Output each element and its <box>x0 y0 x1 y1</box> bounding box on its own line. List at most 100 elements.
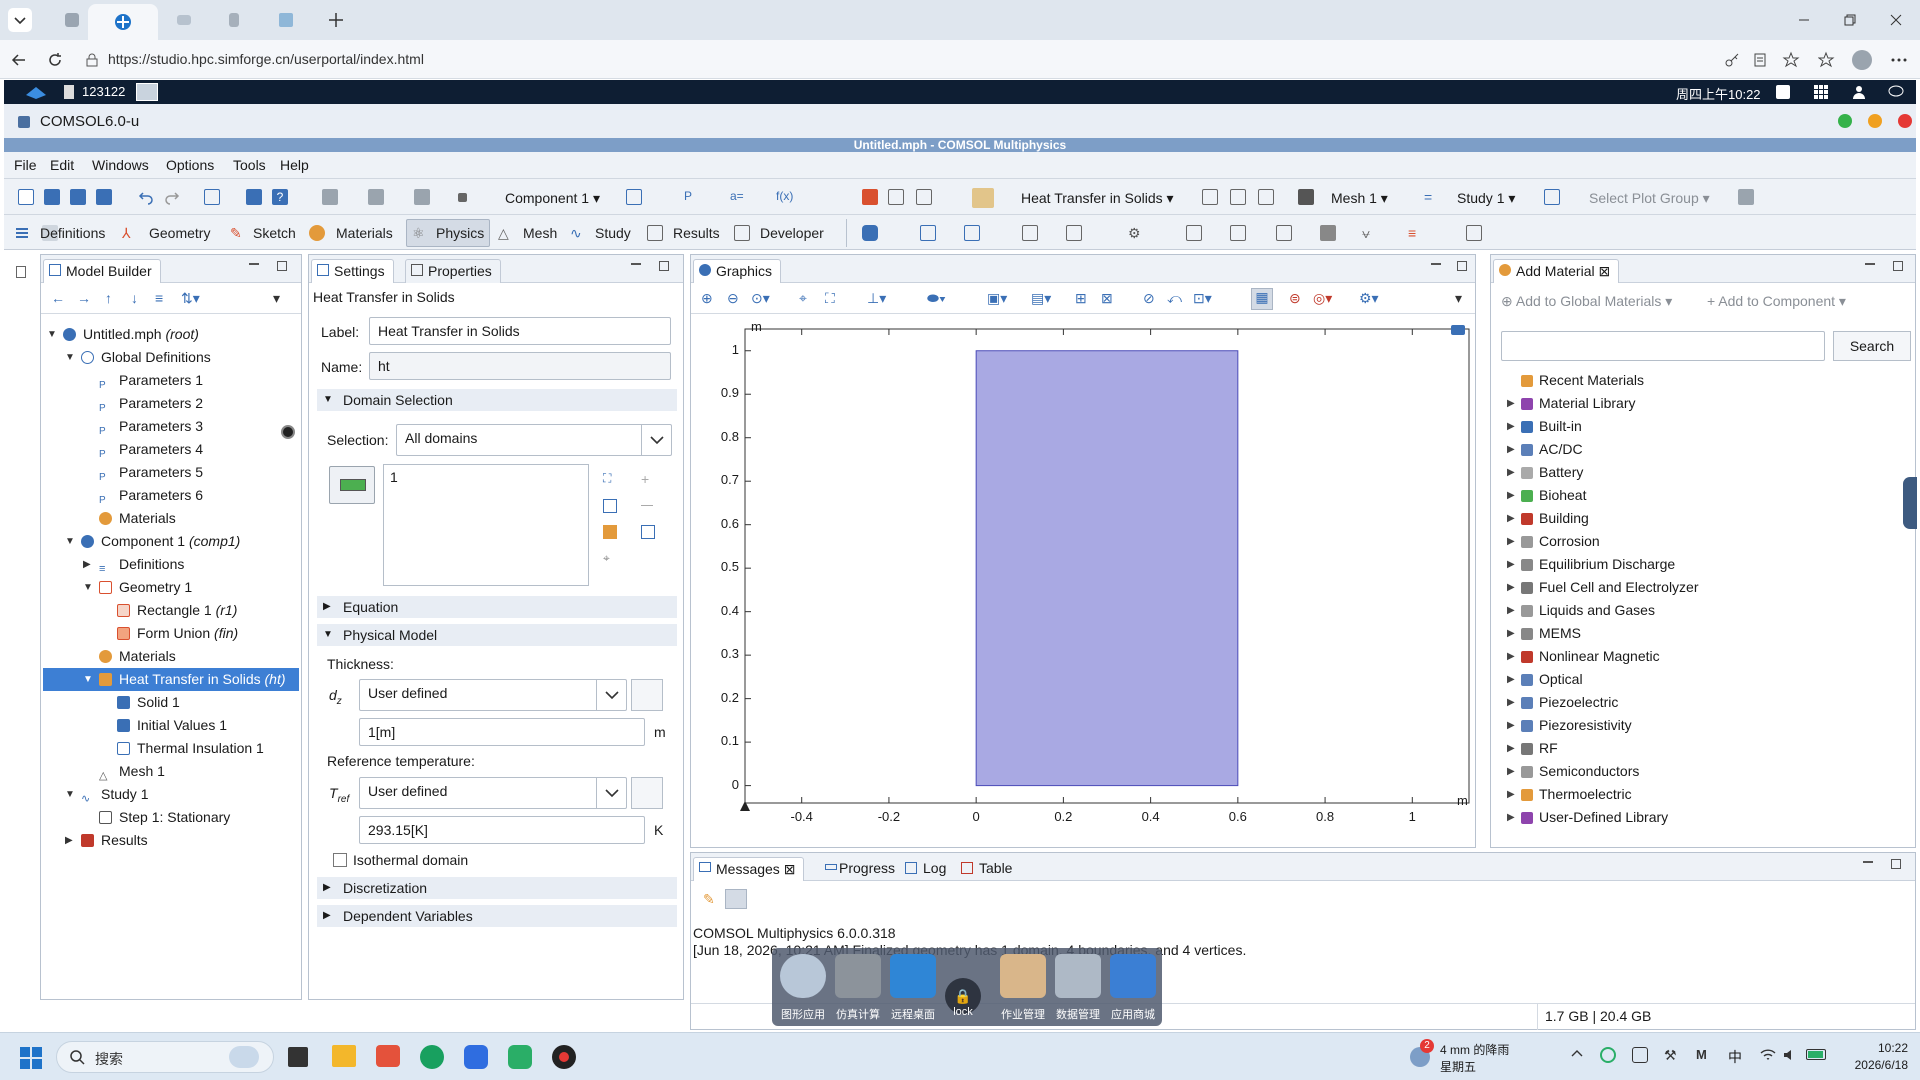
feature3-icon[interactable] <box>1022 225 1038 241</box>
feature2-icon[interactable] <box>964 225 980 241</box>
physics-dropdown[interactable]: Heat Transfer in Solids ▾ <box>1020 187 1175 209</box>
selection-dropdown[interactable]: All domains <box>396 424 672 456</box>
expand-arrow-icon[interactable]: ▶ <box>1507 438 1515 461</box>
copy-icon[interactable] <box>603 499 617 513</box>
paste-icon[interactable] <box>603 525 617 539</box>
ime-indicator[interactable]: 中 <box>1728 1047 1742 1067</box>
ribbon-tab-developer[interactable]: Developer <box>760 225 824 241</box>
expand-arrow-icon[interactable]: ▶ <box>1507 576 1515 599</box>
chevron-up-icon[interactable] <box>1570 1047 1584 1061</box>
graphics-app-icon[interactable] <box>780 954 826 998</box>
tree-node-geometry[interactable]: ▼ Geometry 1 <box>41 576 299 599</box>
expand-arrow-icon[interactable]: ▶ <box>1507 714 1515 737</box>
thickness-value-field[interactable]: 1[m] <box>359 718 645 746</box>
material-item[interactable]: ▶ Material Library <box>1507 392 1635 415</box>
material-item[interactable]: ▶ MEMS <box>1507 622 1581 645</box>
selection-list[interactable]: 1 <box>383 464 589 586</box>
ribbon-tab-mesh[interactable]: Mesh <box>523 225 557 241</box>
study-compute-icon[interactable]: = <box>1424 189 1440 205</box>
file-explorer-icon[interactable] <box>332 1045 356 1067</box>
chevron-down-icon[interactable] <box>641 425 671 455</box>
domain-cond-icon[interactable] <box>1202 189 1218 205</box>
expand-arrow-icon[interactable]: ▶ <box>1507 392 1515 415</box>
wechat-icon[interactable] <box>508 1045 532 1069</box>
up-arrow-icon[interactable]: ↑ <box>105 290 112 306</box>
selection-icon[interactable] <box>888 189 904 205</box>
mesh-dropdown[interactable]: Mesh 1 ▾ <box>1330 187 1389 209</box>
pane-minimize-icon[interactable] <box>249 263 259 265</box>
feishu-icon[interactable] <box>464 1045 488 1069</box>
wifi-icon[interactable] <box>1760 1047 1776 1063</box>
taskbar-search[interactable]: 搜索 <box>56 1041 274 1073</box>
label-field[interactable]: Heat Transfer in Solids <box>369 317 671 345</box>
thickness-variable-button[interactable] <box>631 679 663 711</box>
gmail-icon[interactable]: M <box>1696 1047 1712 1063</box>
feature1-icon[interactable] <box>920 225 936 241</box>
chevron-down-icon[interactable] <box>596 778 626 808</box>
remote-desktop-icon[interactable] <box>890 954 936 998</box>
expand-arrow-icon[interactable]: ▶ <box>1507 668 1515 691</box>
tree-node-step[interactable]: Step 1: Stationary <box>41 806 299 829</box>
pane-minimize-icon[interactable] <box>1865 263 1875 265</box>
transparency-icon[interactable]: ◎▾ <box>1313 290 1332 307</box>
material-item[interactable]: ▶ Fuel Cell and Electrolyzer <box>1507 576 1699 599</box>
user-icon[interactable] <box>1852 85 1866 99</box>
apps-grid-icon[interactable] <box>1814 85 1828 99</box>
tree-node-study[interactable]: ▼ ∿ Study 1 <box>41 783 299 806</box>
reload-icon[interactable] <box>46 51 64 69</box>
menu-help[interactable]: Help <box>280 157 309 173</box>
expand-icon[interactable]: ⇅▾ <box>181 290 200 307</box>
study-dropdown[interactable]: Study 1 ▾ <box>1456 187 1516 209</box>
functions-icon[interactable] <box>414 189 430 205</box>
tree-node-component[interactable]: ▼ Component 1 (comp1) <box>41 530 299 553</box>
material-item[interactable]: ▶ Piezoresistivity <box>1507 714 1632 737</box>
no-camera-icon[interactable] <box>1632 1047 1648 1063</box>
graphics-canvas[interactable]: m m 1 0.9 0.8 0.7 0.6 0.5 0.4 0.3 0.2 0.1 0 -0.4 -0… <box>691 315 1475 847</box>
collapse-arrow-icon[interactable]: ▼ <box>323 394 333 405</box>
tree-node-definitions[interactable]: ▶ ≡ Definitions <box>41 553 299 576</box>
material-item[interactable]: ▶ Nonlinear Magnetic <box>1507 645 1660 668</box>
ribbon-tab-results[interactable]: Results <box>673 225 720 241</box>
select-mode-icon[interactable]: ⬬▾ <box>927 290 946 307</box>
windows-icon[interactable] <box>246 189 262 205</box>
section-equation[interactable]: Equation <box>317 596 677 618</box>
feature8-icon[interactable] <box>1320 225 1336 241</box>
save-icon[interactable] <box>96 189 112 205</box>
menu-options[interactable]: Options <box>166 157 214 173</box>
tree-node-parameters[interactable]: P Parameters 6 <box>41 484 299 507</box>
boundary-cond-icon[interactable] <box>1230 189 1246 205</box>
expand-arrow-icon[interactable]: ▶ <box>1507 530 1515 553</box>
tree-node-thermal-insulation[interactable]: Thermal Insulation 1 <box>41 737 299 760</box>
tree-menu-icon[interactable]: ▾ <box>273 290 280 307</box>
star-icon[interactable] <box>1782 51 1800 69</box>
taskbar-time[interactable]: 10:22 <box>1872 1041 1908 1055</box>
material-search-input[interactable] <box>1501 331 1825 361</box>
pane-minimize-icon[interactable] <box>1863 861 1873 863</box>
scene-icon[interactable]: ⚙▾ <box>1359 290 1379 307</box>
ribbon-tab-materials[interactable]: Materials <box>336 225 393 241</box>
zoom-extents-icon[interactable]: ⛶ <box>825 290 835 307</box>
center-icon[interactable]: ⌖ <box>799 290 807 307</box>
expand-arrow-icon[interactable]: ▶ <box>1507 484 1515 507</box>
geometry-plot[interactable] <box>691 315 1475 847</box>
sync-icon[interactable] <box>1600 1047 1616 1063</box>
tree-node-root[interactable]: ▼ Untitled.mph (root) <box>41 323 299 346</box>
add-global-button[interactable]: ⊕ Add to Global Materials ▾ <box>1501 293 1672 310</box>
isothermal-checkbox[interactable] <box>333 853 347 867</box>
key-icon[interactable] <box>1724 52 1740 68</box>
edge-icon[interactable] <box>420 1045 444 1069</box>
chat-icon[interactable] <box>1888 85 1904 99</box>
app-store-icon[interactable] <box>1110 954 1156 998</box>
feature11-icon[interactable] <box>1466 225 1482 241</box>
help-icon[interactable]: ? <box>272 189 288 205</box>
task-view-icon[interactable] <box>288 1047 308 1067</box>
variables-a-icon[interactable]: a= <box>730 189 746 205</box>
menu-edit[interactable]: Edit <box>50 157 74 173</box>
tree-node-parameters[interactable]: P Parameters 4 <box>41 438 299 461</box>
side-collapse-handle[interactable] <box>1903 477 1917 529</box>
expand-arrow-icon[interactable]: ▼ <box>47 323 57 346</box>
menu-windows[interactable]: Windows <box>92 157 149 173</box>
tree-node-solid[interactable]: Solid 1 <box>41 691 299 714</box>
name-field[interactable]: ht <box>369 352 671 380</box>
expand-arrow-icon[interactable]: ▶ <box>323 882 331 893</box>
